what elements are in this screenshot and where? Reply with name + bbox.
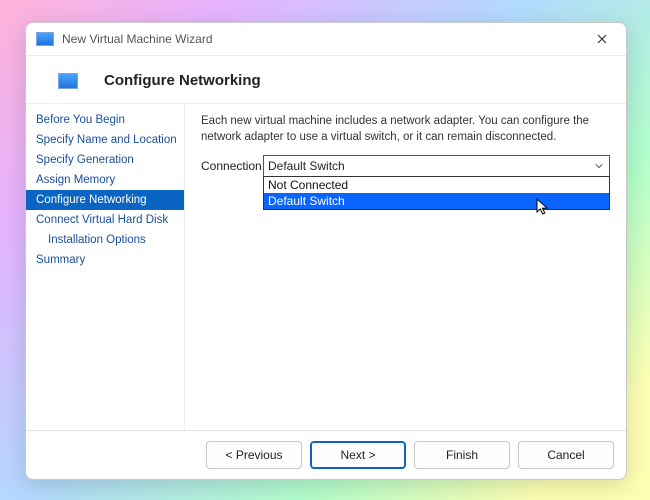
- content-pane: Each new virtual machine includes a netw…: [185, 104, 626, 430]
- connection-label: Connection:: [201, 159, 263, 173]
- option-not-connected[interactable]: Not Connected: [264, 177, 609, 193]
- step-specify-name[interactable]: Specify Name and Location: [26, 130, 184, 150]
- step-connect-vhd[interactable]: Connect Virtual Hard Disk: [26, 210, 184, 230]
- step-before-you-begin[interactable]: Before You Begin: [26, 110, 184, 130]
- step-assign-memory[interactable]: Assign Memory: [26, 170, 184, 190]
- close-button[interactable]: [588, 25, 616, 53]
- connection-select[interactable]: Default Switch: [263, 155, 610, 177]
- connection-dropdown: Not Connected Default Switch: [263, 176, 610, 210]
- page-description: Each new virtual machine includes a netw…: [201, 114, 610, 145]
- previous-button[interactable]: < Previous: [206, 441, 302, 469]
- cancel-button[interactable]: Cancel: [518, 441, 614, 469]
- connection-combo: Default Switch Not Connected Default Swi…: [263, 155, 610, 177]
- steps-sidebar: Before You Begin Specify Name and Locati…: [26, 104, 185, 430]
- app-icon: [36, 32, 54, 46]
- wizard-window: New Virtual Machine Wizard Configure Net…: [25, 22, 627, 480]
- next-button[interactable]: Next >: [310, 441, 406, 469]
- connection-row: Connection: Default Switch Not Connected…: [201, 155, 610, 177]
- step-specify-generation[interactable]: Specify Generation: [26, 150, 184, 170]
- connection-value: Default Switch: [268, 159, 345, 173]
- finish-button[interactable]: Finish: [414, 441, 510, 469]
- page-icon: [58, 73, 78, 89]
- wizard-body: Before You Begin Specify Name and Locati…: [26, 104, 626, 430]
- step-summary[interactable]: Summary: [26, 250, 184, 270]
- close-icon: [597, 34, 607, 44]
- page-header: Configure Networking: [26, 56, 626, 104]
- window-title: New Virtual Machine Wizard: [62, 32, 588, 46]
- footer: < Previous Next > Finish Cancel: [26, 430, 626, 479]
- step-configure-networking[interactable]: Configure Networking: [26, 190, 184, 210]
- titlebar: New Virtual Machine Wizard: [26, 23, 626, 56]
- option-default-switch[interactable]: Default Switch: [264, 193, 609, 209]
- step-installation-options[interactable]: Installation Options: [26, 230, 184, 250]
- page-title: Configure Networking: [104, 72, 261, 89]
- chevron-down-icon: [593, 162, 605, 170]
